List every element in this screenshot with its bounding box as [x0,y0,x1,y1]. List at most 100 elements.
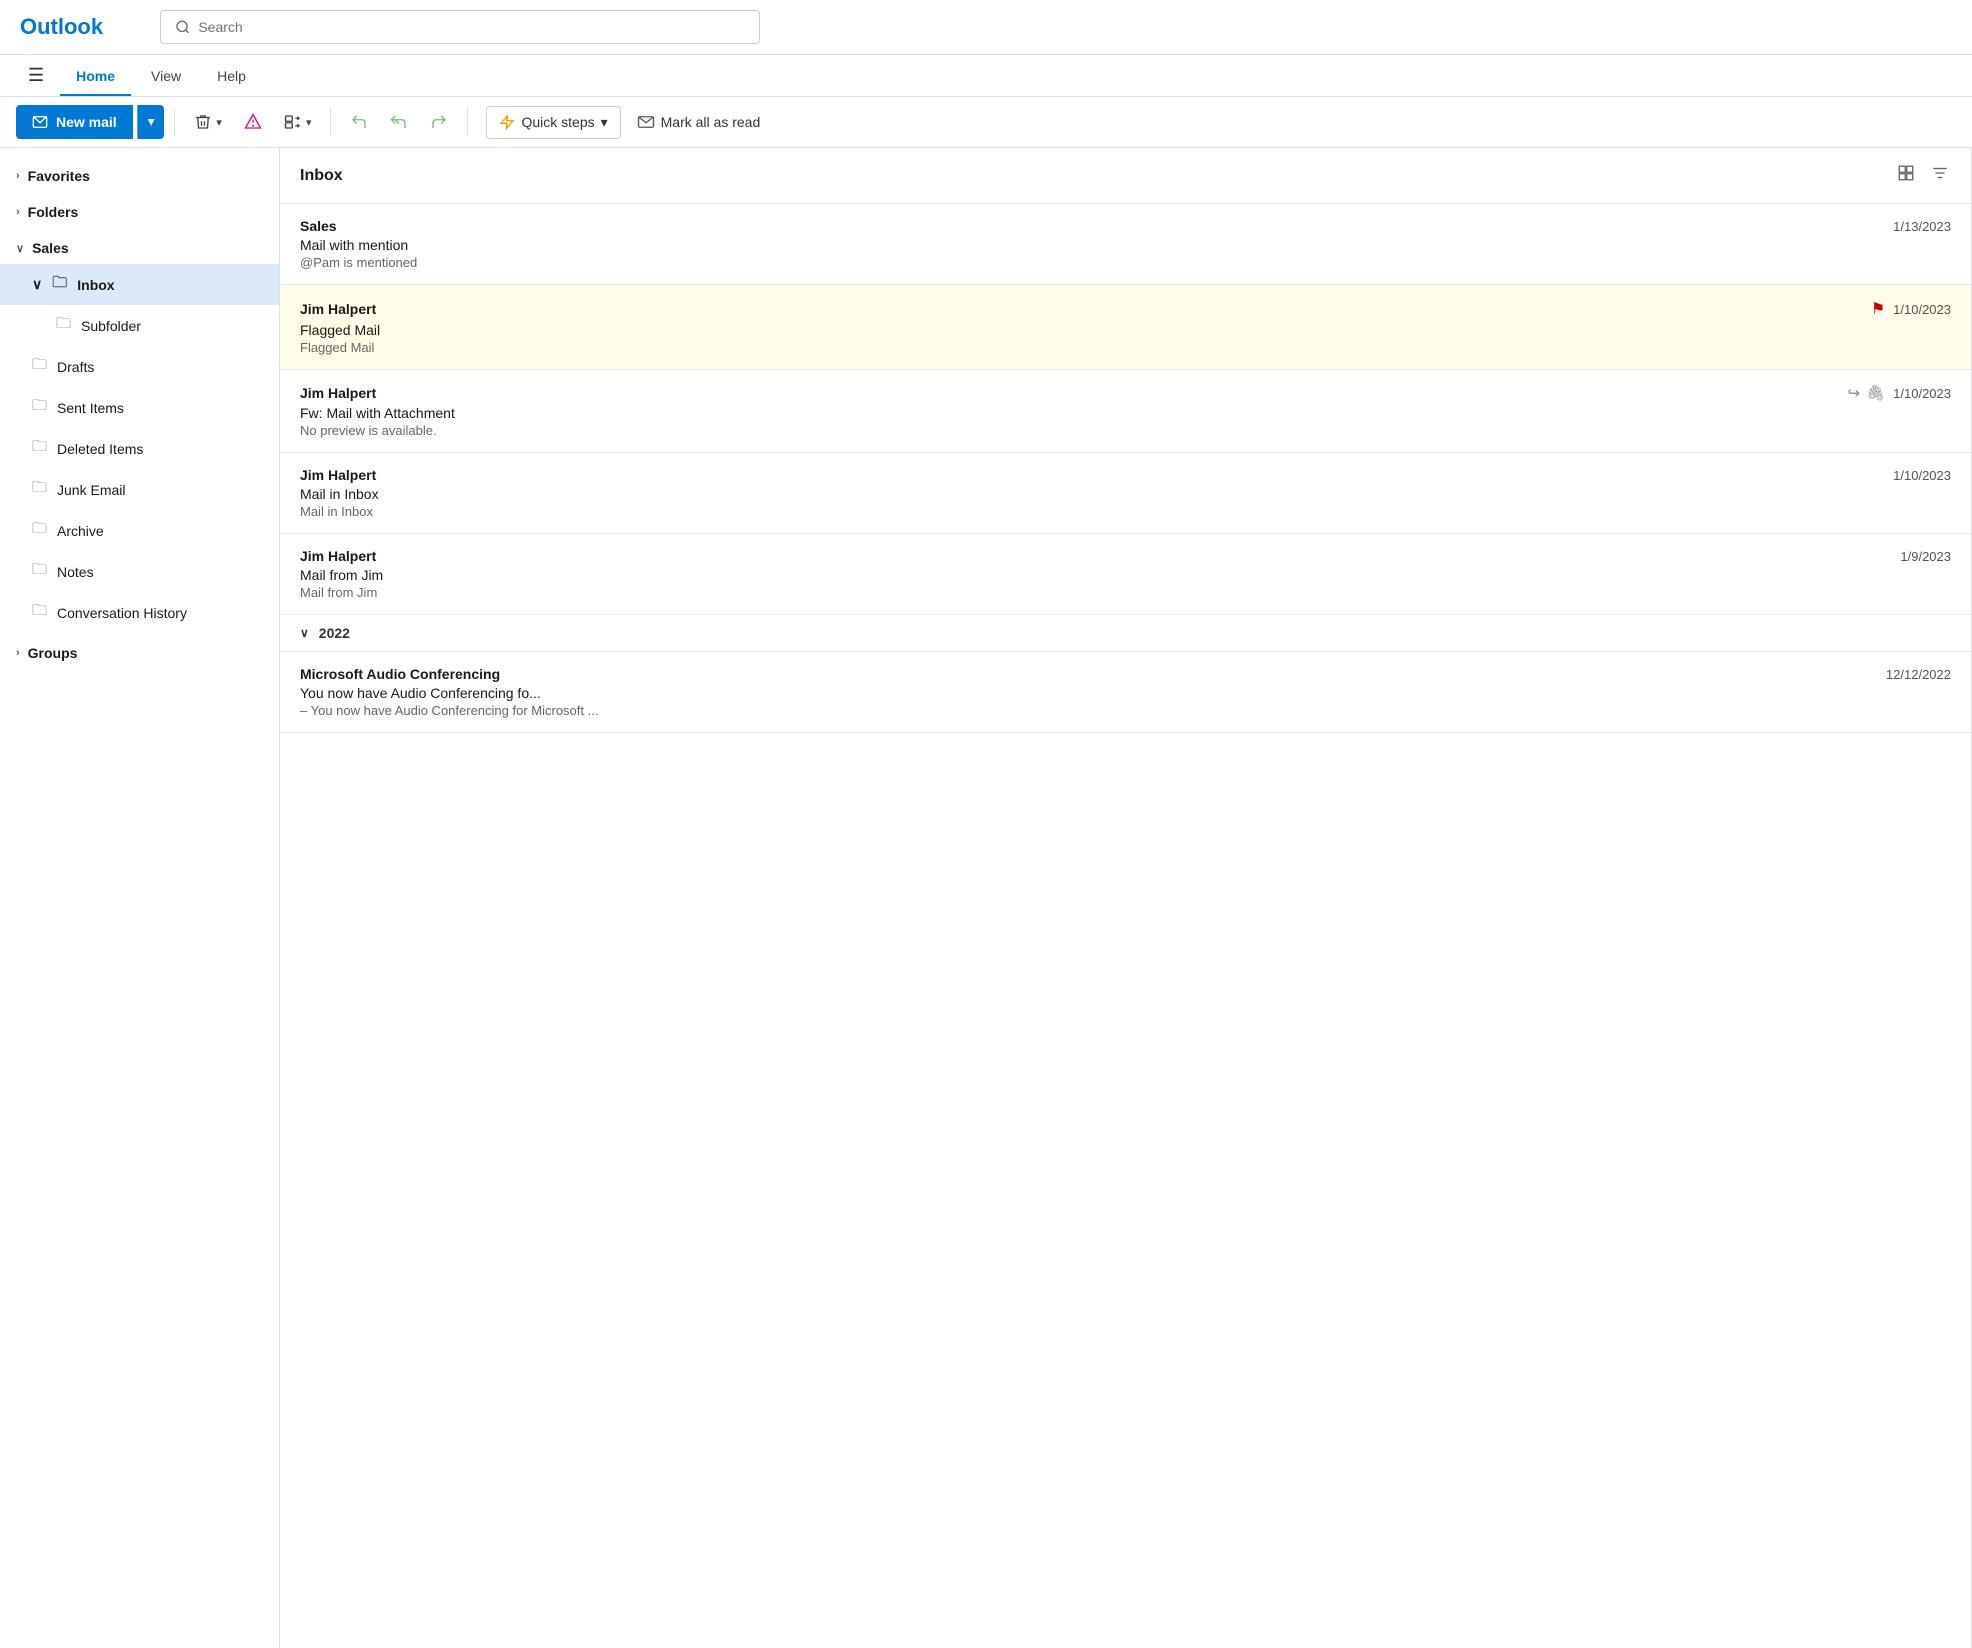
email-item[interactable]: Sales 1/13/2023 Mail with mention @Pam i… [280,204,1971,285]
email-subject: You now have Audio Conferencing fo... [300,685,1951,701]
reply-all-icon [390,113,408,131]
sidebar-item-favorites[interactable]: › Favorites [0,160,279,192]
email-date: 12/12/2022 [1886,667,1951,682]
hamburger-menu[interactable]: ☰ [16,55,56,96]
email-item[interactable]: Microsoft Audio Conferencing 12/12/2022 … [280,652,1971,733]
email-sender: Jim Halpert [300,467,376,483]
folder-icon: 🗀 [52,272,67,297]
email-date: 1/10/2023 [1893,468,1951,483]
email-date: 1/9/2023 [1900,549,1951,564]
folder-icon: 🗀 [32,518,47,543]
email-date: 1/10/2023 [1893,302,1951,317]
forward-icon [430,113,448,131]
sidebar-section-groups: › Groups [0,637,279,669]
inbox-header-actions [1895,162,1951,189]
year-divider[interactable]: ∨ 2022 [280,615,1971,652]
delete-dropdown: ▾ [216,116,222,129]
sidebar-item-junk-email[interactable]: 🗀 Junk Email [0,469,279,510]
sidebar-section-favorites: › Favorites [0,160,279,192]
tab-home[interactable]: Home [60,56,131,96]
email-date: 1/10/2023 [1893,386,1951,401]
report-button[interactable] [235,106,271,138]
sidebar-item-conversation-history[interactable]: 🗀 Conversation History [0,592,279,633]
sidebar-item-sales[interactable]: ∨ Sales [0,232,279,264]
email-subject: Flagged Mail [300,322,1951,338]
lightning-icon [499,114,515,130]
new-mail-dropdown[interactable]: ▾ [137,105,165,139]
view-mode-button[interactable] [1895,162,1917,189]
email-row-header: Jim Halpert 1/9/2023 [300,548,1951,564]
email-item[interactable]: Jim Halpert 1/9/2023 Mail from Jim Mail … [280,534,1971,615]
folder-icon: 🗀 [32,559,47,584]
email-sender: Jim Halpert [300,548,376,564]
folder-icon: 🗀 [32,477,47,502]
email-sender: Microsoft Audio Conferencing [300,666,500,682]
email-list-pane: Inbox Sales 1/13/2023 Mail with mention … [280,148,1972,1648]
flag-icon: ⚑ [1871,299,1885,319]
sidebar-section-folders: › Folders [0,196,279,228]
toolbar-separator-1 [174,108,175,136]
email-item[interactable]: Jim Halpert ↪ 🖇 1/10/2023 Fw: Mail with … [280,370,1971,453]
quick-steps-arrow: ▾ [601,114,608,131]
mark-read-icon [637,113,655,131]
sidebar-section-sales: ∨ Sales ∨ 🗀 Inbox 🗀 Subfolder 🗀 Drafts [0,232,279,633]
email-sender: Jim Halpert [300,301,376,317]
nav-tabs: ☰ Home View Help [0,55,1972,97]
sidebar-item-inbox[interactable]: ∨ 🗀 Inbox [0,264,279,305]
email-row-header: Jim Halpert ↪ 🖇 1/10/2023 [300,384,1951,402]
sidebar-item-folders[interactable]: › Folders [0,196,279,228]
sidebar-item-sent-items[interactable]: 🗀 Sent Items [0,387,279,428]
email-sender: Jim Halpert [300,385,376,401]
search-input[interactable] [198,19,745,35]
sidebar-item-subfolder[interactable]: 🗀 Subfolder [0,305,279,346]
tab-view[interactable]: View [135,56,197,96]
inbox-header: Inbox [280,148,1971,204]
email-subject: Mail with mention [300,237,1951,253]
folder-icon: 🗀 [32,395,47,420]
folder-icon: 🗀 [32,436,47,461]
email-preview: Mail from Jim [300,585,1951,600]
email-sender: Sales [300,218,337,234]
forward-button[interactable] [421,106,457,138]
main-content: › Favorites › Folders ∨ Sales ∨ 🗀 Inbox [0,148,1972,1648]
view-mode-icon [1897,164,1915,182]
sidebar-item-deleted-items[interactable]: 🗀 Deleted Items [0,428,279,469]
email-preview: No preview is available. [300,423,1951,438]
email-date-area: ⚑ 1/10/2023 [1871,299,1951,319]
delete-button[interactable]: ▾ [185,106,231,138]
delete-icon [194,113,212,131]
sidebar: › Favorites › Folders ∨ Sales ∨ 🗀 Inbox [0,148,280,1648]
toolbar: New mail ▾ ▾ ▾ Quick steps ▾ Mark all as [0,97,1972,148]
sidebar-item-drafts[interactable]: 🗀 Drafts [0,346,279,387]
inbox-title: Inbox [300,167,343,185]
sidebar-item-groups[interactable]: › Groups [0,637,279,669]
app-header: Outlook [0,0,1972,55]
folder-icon: 🗀 [56,313,71,338]
tab-help[interactable]: Help [201,56,262,96]
reply-button[interactable] [341,106,377,138]
mail-icon [32,114,48,130]
sidebar-item-notes[interactable]: 🗀 Notes [0,551,279,592]
year-label: 2022 [319,625,350,641]
email-subject: Fw: Mail with Attachment [300,405,1951,421]
email-item[interactable]: Jim Halpert 1/10/2023 Mail in Inbox Mail… [280,453,1971,534]
sidebar-item-archive[interactable]: 🗀 Archive [0,510,279,551]
move-button[interactable]: ▾ [275,106,321,138]
email-preview: Flagged Mail [300,340,1951,355]
email-subject: Mail from Jim [300,567,1951,583]
reply-all-button[interactable] [381,106,417,138]
email-icons: ↪ 🖇 [1848,384,1886,402]
filter-button[interactable] [1929,162,1951,189]
new-mail-button[interactable]: New mail [16,105,133,139]
email-row-header: Jim Halpert ⚑ 1/10/2023 [300,299,1951,319]
reply-icon [350,113,368,131]
mark-all-read-button[interactable]: Mark all as read [625,106,773,138]
search-bar[interactable] [160,10,760,44]
chevron-right-icon: › [16,206,20,218]
email-item[interactable]: Jim Halpert ⚑ 1/10/2023 Flagged Mail Fla… [280,285,1971,370]
email-preview: Mail in Inbox [300,504,1951,519]
email-subject: Mail in Inbox [300,486,1951,502]
quick-steps-button[interactable]: Quick steps ▾ [486,106,620,139]
email-preview: – You now have Audio Conferencing for Mi… [300,703,1951,718]
search-icon [175,19,190,35]
